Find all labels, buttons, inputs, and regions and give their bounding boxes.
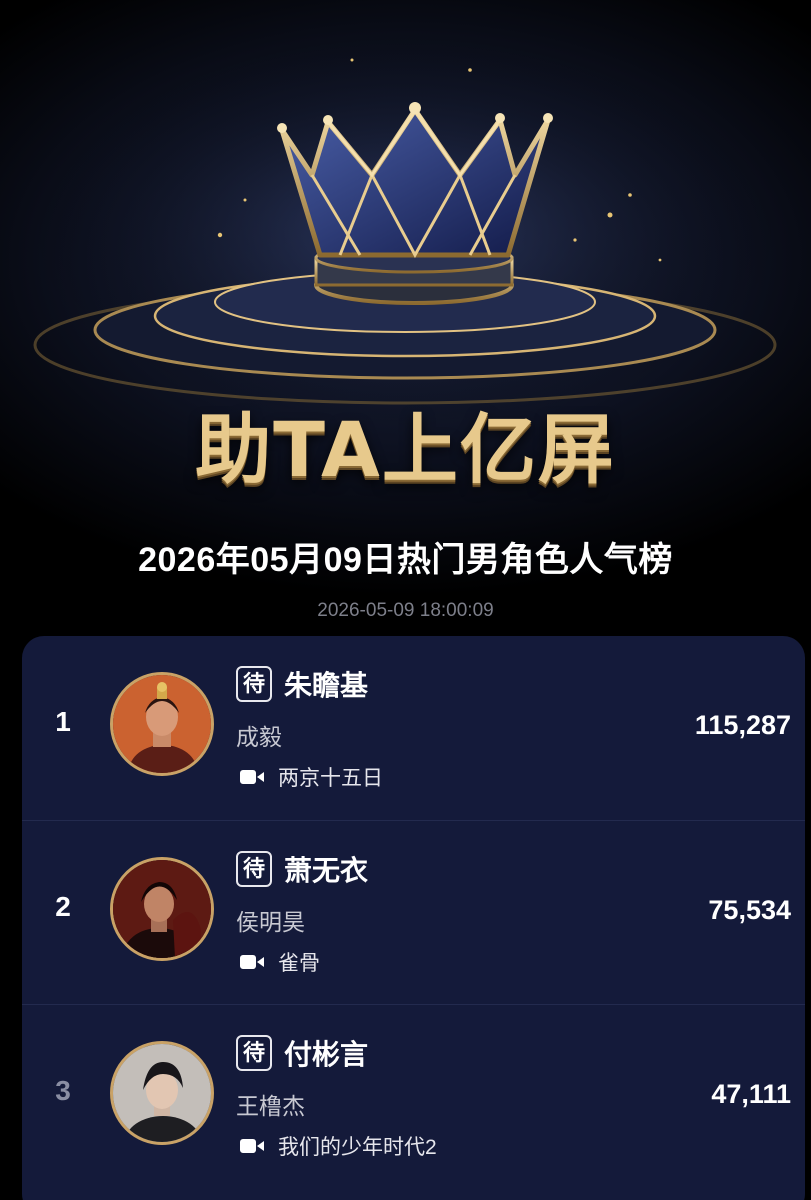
actor-photo [113, 1044, 211, 1142]
banner-title: 助TA上亿屏 [195, 405, 616, 494]
avatar[interactable] [110, 1041, 214, 1145]
drama-name: 我们的少年时代2 [278, 1136, 437, 1159]
actor-photo [113, 860, 211, 958]
pending-tag: 待 [236, 851, 272, 887]
ranking-page: 助TA上亿屏 2026年05月09日热门男角色人气榜 2026-05-09 18… [0, 0, 811, 1200]
actor-photo [113, 675, 211, 773]
rank-number: 2 [55, 891, 71, 922]
ranking-row[interactable]: 2 待 萧无衣 侯明昊 雀骨 75,534 [22, 820, 805, 1004]
popularity-score: 75,534 [708, 895, 791, 925]
drama-name: 雀骨 [278, 952, 320, 975]
ranking-title: 2026年05月09日热门男角色人气榜 [138, 541, 673, 579]
avatar[interactable] [110, 857, 214, 961]
ranking-row[interactable]: 3 待 付彬言 王橹杰 我们的少年时代2 47,111 [22, 1004, 805, 1188]
video-camera-icon [240, 770, 264, 784]
role-name[interactable]: 萧无衣 [284, 849, 368, 889]
popularity-score: 115,287 [694, 710, 791, 740]
role-name[interactable]: 朱瞻基 [284, 664, 368, 704]
actor-name[interactable]: 王橹杰 [236, 1087, 305, 1121]
pending-tag: 待 [236, 1035, 272, 1071]
drama-link[interactable]: 雀骨 [240, 947, 320, 977]
actor-name[interactable]: 侯明昊 [236, 903, 305, 937]
update-timestamp: 2026-05-09 18:00:09 [317, 600, 494, 621]
avatar[interactable] [110, 672, 214, 776]
ranking-row[interactable]: 1 待 朱瞻基 成毅 两京十五日 115,287 [22, 636, 805, 820]
ranking-list: 1 待 朱瞻基 成毅 两京十五日 115,287 2 待 萧无衣 侯明昊 雀骨 … [22, 636, 805, 1200]
role-name[interactable]: 付彬言 [284, 1033, 368, 1073]
video-camera-icon [240, 1139, 264, 1153]
rank-number: 3 [55, 1075, 71, 1106]
drama-name: 两京十五日 [278, 767, 383, 790]
popularity-score: 47,111 [711, 1079, 791, 1109]
actor-name[interactable]: 成毅 [236, 718, 282, 752]
rank-number: 1 [55, 706, 71, 737]
video-camera-icon [240, 955, 264, 969]
pending-tag: 待 [236, 666, 272, 702]
drama-link[interactable]: 两京十五日 [240, 762, 383, 792]
drama-link[interactable]: 我们的少年时代2 [240, 1131, 437, 1161]
